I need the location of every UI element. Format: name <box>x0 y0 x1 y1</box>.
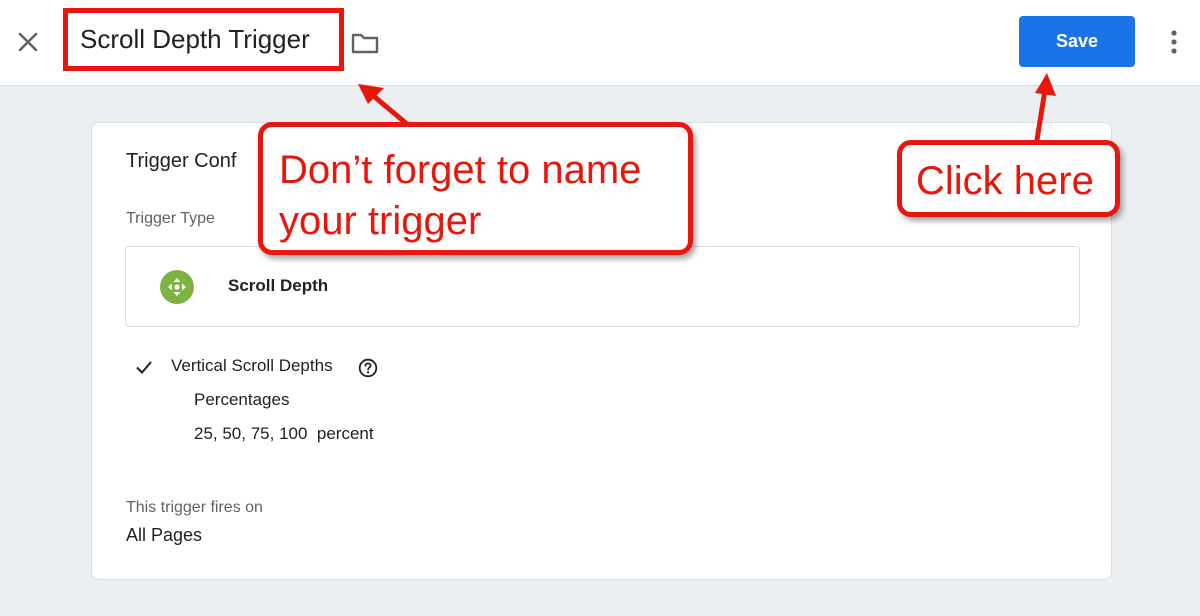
click-here-text: Click here <box>916 159 1094 203</box>
arrow-to-title <box>358 84 410 127</box>
fires-on-label: This trigger fires on <box>126 499 263 516</box>
card-title: Trigger Conf <box>126 150 237 172</box>
percentages-value: 25, 50, 75, 100 percent <box>194 424 374 443</box>
folder-icon[interactable] <box>350 30 380 56</box>
name-trigger-callout: Don’t forget to name your trigger <box>258 122 693 255</box>
percentages-label: Percentages <box>194 390 290 409</box>
check-icon <box>134 357 154 377</box>
trigger-name-field[interactable]: Scroll Depth Trigger <box>63 8 344 71</box>
callout-text-line-2: your trigger <box>279 199 482 243</box>
page-title: Scroll Depth Trigger <box>80 24 310 54</box>
click-here-callout: Click here <box>897 140 1120 217</box>
help-circle-icon[interactable] <box>358 358 378 378</box>
trigger-type-label: Trigger Type <box>126 210 215 227</box>
trigger-type-selector[interactable]: Scroll Depth <box>125 246 1080 327</box>
trigger-type-name: Scroll Depth <box>228 276 329 295</box>
top-bar: Scroll Depth Trigger Save <box>0 0 1200 86</box>
more-vert-icon[interactable] <box>1162 26 1186 58</box>
save-button[interactable]: Save <box>1019 16 1135 67</box>
scroll-move-icon <box>160 270 194 304</box>
vertical-scroll-depths-label: Vertical Scroll Depths <box>171 356 333 375</box>
close-icon[interactable] <box>14 28 42 56</box>
callout-text-line-1: Don’t forget to name <box>279 148 642 192</box>
fires-on-value: All Pages <box>126 525 203 545</box>
